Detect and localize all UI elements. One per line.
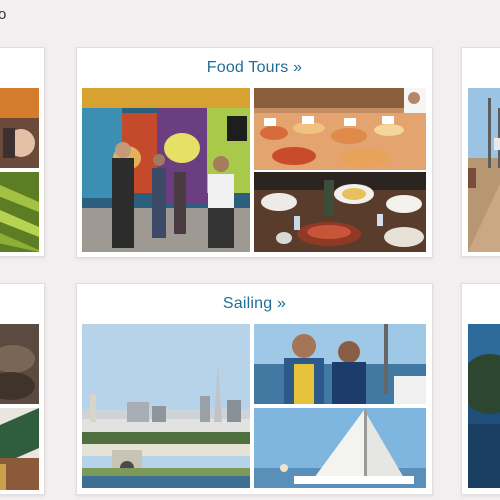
san-francisco-skyline-photo: [82, 324, 250, 488]
tour-card-left-partial-bottom[interactable]: [0, 283, 45, 495]
tour-photo-right-bottom: [468, 324, 500, 488]
mural-street-tour-photo: [82, 88, 250, 252]
tour-title-sailing[interactable]: Sailing »: [77, 295, 432, 313]
sailboat-white-sails-photo: [254, 408, 426, 488]
tour-card-food-tours[interactable]: Food Tours »: [76, 47, 433, 258]
tour-photo-left-bottom-a: [0, 324, 39, 404]
corner-text-fragment: o: [0, 6, 7, 23]
tour-card-left-partial-top[interactable]: [0, 47, 45, 257]
tour-card-sailing[interactable]: Sailing »: [76, 283, 433, 495]
tour-photo-left-bottom-b: [0, 408, 39, 490]
tour-card-right-partial-bottom[interactable]: [461, 283, 500, 495]
tour-photo-right-top: [468, 88, 500, 252]
tour-photo-left-top-b: [0, 172, 39, 252]
tour-title-food-tours[interactable]: Food Tours »: [77, 59, 432, 77]
tour-card-right-partial-top[interactable]: [461, 47, 500, 257]
tour-photo-left-top-a: [0, 88, 39, 168]
seafood-market-stall-photo: [254, 88, 426, 170]
couple-on-boat-photo: [254, 324, 426, 404]
shared-dinner-table-photo: [254, 172, 426, 252]
